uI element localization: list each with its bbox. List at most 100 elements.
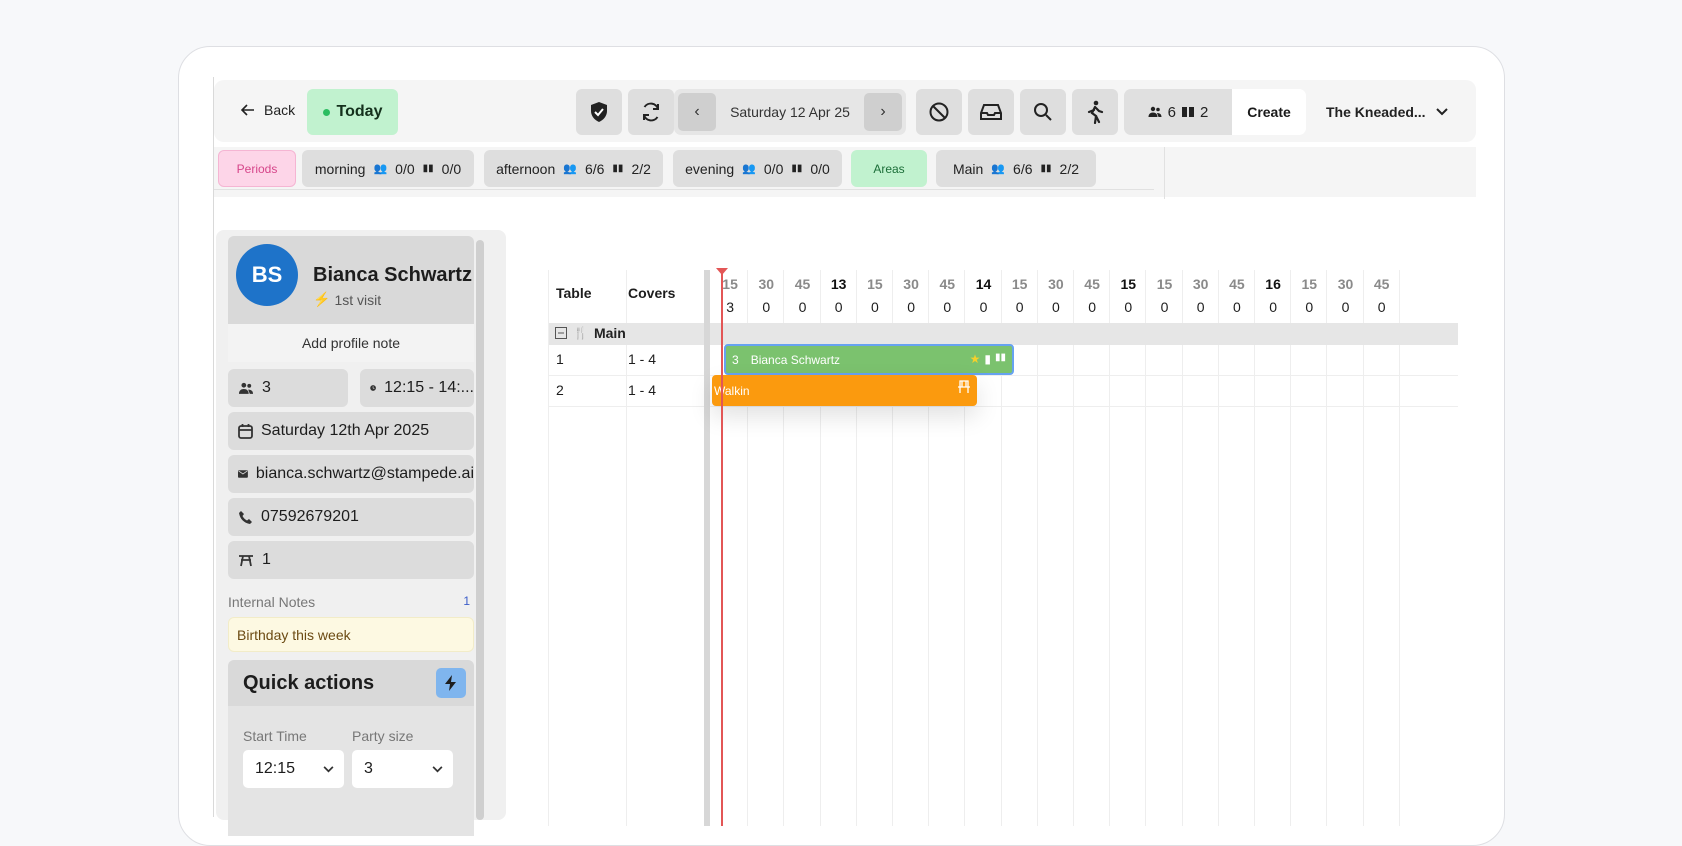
visit-badge: ⚡ 1st visit <box>313 291 381 308</box>
lightning-icon: ⚡ <box>313 291 331 307</box>
phone-value: 07592679201 <box>261 508 359 525</box>
table-icon: ▮▮ <box>422 163 434 174</box>
column-separator[interactable] <box>704 270 710 826</box>
star-icon: ★ <box>969 352 981 366</box>
party-size-label: Party size <box>352 728 414 744</box>
back-button[interactable]: Back <box>234 92 301 128</box>
chevron-down-icon <box>432 765 443 772</box>
period-afternoon[interactable]: afternoon 👥 6/6 ▮▮ 2/2 <box>484 150 663 187</box>
party-size-field[interactable]: 3 <box>228 369 348 407</box>
back-label: Back <box>264 102 296 118</box>
time-tick: 16 <box>1265 276 1281 292</box>
guest-name: Bianca Schwartz <box>313 264 472 286</box>
add-profile-note-button[interactable]: Add profile note <box>228 324 474 362</box>
chair-icon <box>958 380 970 393</box>
cover-count: 0 <box>1232 299 1241 315</box>
areas-chip[interactable]: Areas <box>851 150 927 187</box>
table-row[interactable]: 2 1 - 4 <box>549 376 1458 407</box>
table-field[interactable]: 1 <box>228 541 474 579</box>
lightning-icon <box>445 675 456 691</box>
party-size-select-value: 3 <box>364 760 373 777</box>
create-button[interactable]: Create <box>1232 89 1306 135</box>
time-tick: 45 <box>1373 276 1390 292</box>
internal-note[interactable]: Birthday this week <box>228 617 474 652</box>
area-section[interactable]: 🍴 Main <box>549 323 1458 345</box>
venue-label: The Kneaded... <box>1326 104 1426 120</box>
cutlery-icon: 🍴 <box>573 326 588 340</box>
cover-count: 0 <box>1377 299 1386 315</box>
clipboard-icon: ▮ <box>984 352 991 366</box>
block-icon <box>929 102 949 122</box>
lightning-button[interactable] <box>436 668 466 698</box>
clock-icon <box>370 385 376 391</box>
table-value: 1 <box>262 551 271 568</box>
cover-count: 3 <box>726 299 734 315</box>
panel-scrollbar[interactable] <box>476 240 484 820</box>
shield-button[interactable] <box>576 89 622 135</box>
time-field[interactable]: 12:15 - 14:... <box>360 369 474 407</box>
date-field[interactable]: Saturday 12th Apr 2025 <box>228 412 474 450</box>
today-button[interactable]: Today <box>307 89 398 135</box>
time-tick: 45 <box>1084 276 1100 292</box>
walking-person-icon <box>1087 100 1104 124</box>
date-navigator: ‹ Saturday 12 Apr 25 › <box>674 89 906 135</box>
venue-select[interactable]: The Kneaded... <box>1314 89 1464 135</box>
search-button[interactable] <box>1020 89 1066 135</box>
start-time-select[interactable]: 12:15 <box>243 750 344 788</box>
time-tick: 13 <box>830 276 847 292</box>
table-icon <box>1182 107 1194 117</box>
chevron-left-icon: ‹ <box>694 103 700 120</box>
people-icon <box>238 382 254 394</box>
periods-chip[interactable]: Periods <box>218 150 296 187</box>
walkin-block[interactable]: Walkin <box>712 375 977 406</box>
refresh-button[interactable] <box>628 89 674 135</box>
table-column-header: Table <box>556 285 592 301</box>
block-button[interactable] <box>916 89 962 135</box>
walkin-button[interactable] <box>1072 89 1118 135</box>
internal-notes-label: Internal Notes <box>228 594 316 610</box>
cover-count: 0 <box>834 299 843 315</box>
next-day-button[interactable]: › <box>864 93 902 131</box>
period-morning[interactable]: morning 👥 0/0 ▮▮ 0/0 <box>302 150 474 187</box>
area-tables: 2/2 <box>1059 160 1079 177</box>
phone-icon <box>239 510 252 524</box>
current-date[interactable]: Saturday 12 Apr 25 <box>720 89 860 135</box>
cover-count: 0 <box>1015 299 1024 315</box>
area-name: Main <box>952 160 984 177</box>
covers-count: 6 <box>1167 103 1176 121</box>
avatar: BS <box>236 244 298 306</box>
start-time-label: Start Time <box>243 728 307 744</box>
guest-header[interactable]: BS Bianca Schwartz ⚡ 1st visit <box>228 236 474 324</box>
phone-field[interactable]: 07592679201 <box>228 498 474 536</box>
time-value: 12:15 - 14:... <box>384 379 474 396</box>
collapse-icon[interactable] <box>555 327 567 339</box>
search-icon <box>1034 103 1052 121</box>
people-icon <box>1148 106 1162 117</box>
current-time-line <box>721 273 723 826</box>
booking-details-panel: BS Bianca Schwartz ⚡ 1st visit Add profi… <box>228 236 474 836</box>
inbox-button[interactable] <box>968 89 1014 135</box>
cover-count: 0 <box>1160 299 1169 315</box>
area-section-label: 🍴 Main <box>555 325 626 341</box>
period-evening[interactable]: evening 👥 0/0 ▮▮ 0/0 <box>673 150 842 187</box>
email-field[interactable]: bianca.schwartz@stampede.ai <box>228 455 474 493</box>
period-tables: 0/0 <box>441 160 462 177</box>
booking-name: Bianca Schwartz <box>750 352 841 367</box>
chevron-down-icon <box>1435 108 1448 116</box>
booking-block[interactable]: 3 Bianca Schwartz ★ ▮ ▮▮ <box>724 344 1014 375</box>
mail-icon <box>238 470 248 478</box>
cover-count: 0 <box>979 299 988 315</box>
time-tick: 15 <box>1156 276 1173 292</box>
area-main[interactable]: Main 👥 6/6 ▮▮ 2/2 <box>936 150 1096 187</box>
time-tick: 15 <box>1011 276 1028 292</box>
party-size-select[interactable]: 3 <box>352 750 453 788</box>
time-tick: 45 <box>1229 276 1245 292</box>
covers-tables-count[interactable]: 6 2 <box>1124 89 1232 135</box>
table-number: 1 <box>556 351 564 367</box>
app-screen: Back Today ‹ Saturday 12 Apr 25 › 6 2 Cr… <box>213 77 1476 836</box>
prev-day-button[interactable]: ‹ <box>678 93 716 131</box>
time-tick: 15 <box>1301 276 1318 292</box>
toolbar: Back Today ‹ Saturday 12 Apr 25 › 6 2 Cr… <box>214 80 1476 142</box>
refresh-icon <box>643 102 659 122</box>
time-tick: 30 <box>1192 276 1209 292</box>
